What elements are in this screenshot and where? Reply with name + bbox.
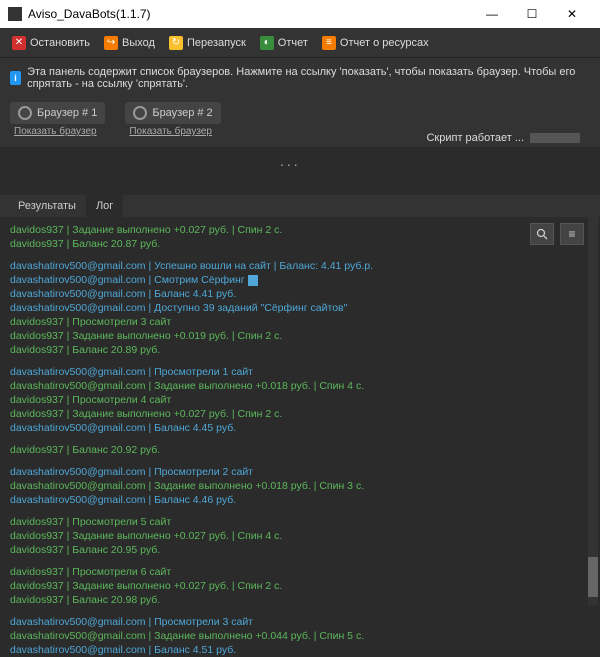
progress-bar — [530, 133, 580, 143]
show-browser-link[interactable]: Показать браузер — [125, 126, 220, 137]
log-line: davashatirov500@gmail.com | Успешно вошл… — [10, 259, 590, 273]
exit-button[interactable]: ↪Выход — [98, 33, 161, 53]
log-line: davidos937 | Баланс 20.92 руб. — [10, 443, 590, 457]
exit-icon: ↪ — [104, 36, 118, 50]
menu-icon: ≡ — [568, 227, 575, 241]
scrollbar-thumb[interactable] — [588, 557, 598, 597]
resources-button[interactable]: ≡Отчет о ресурсах — [316, 33, 435, 53]
restart-button[interactable]: ↻Перезапуск — [163, 33, 252, 53]
tab-results[interactable]: Результаты — [8, 195, 86, 217]
log-line: davidos937 | Задание выполнено +0.027 ру… — [10, 529, 590, 543]
info-text: Эта панель содержит список браузеров. На… — [27, 66, 590, 90]
log-line: davidos937 | Задание выполнено +0.027 ру… — [10, 407, 590, 421]
maximize-button[interactable]: ☐ — [512, 0, 552, 28]
log-line: davidos937 | Баланс 20.87 руб. — [10, 237, 590, 251]
report-icon: ◐ — [260, 36, 274, 50]
app-icon — [8, 7, 22, 21]
minimize-button[interactable]: — — [472, 0, 512, 28]
close-button[interactable]: ✕ — [552, 0, 592, 28]
log-line: davashatirov500@gmail.com | Просмотрели … — [10, 615, 590, 629]
resources-icon: ≡ — [322, 36, 336, 50]
browser-icon — [18, 106, 32, 120]
log-line: davashatirov500@gmail.com | Просмотрели … — [10, 465, 590, 479]
scrollbar-track[interactable] — [588, 217, 598, 605]
log-line: davashatirov500@gmail.com | Баланс 4.45 … — [10, 421, 590, 435]
log-line: davidos937 | Задание выполнено +0.027 ру… — [10, 223, 590, 237]
log-line: davashatirov500@gmail.com | Баланс 4.51 … — [10, 643, 590, 657]
browser-icon — [133, 106, 147, 120]
stop-button[interactable]: ✕Остановить — [6, 33, 96, 53]
log-line: davashatirov500@gmail.com | Баланс 4.41 … — [10, 287, 590, 301]
browser-tab-2: Браузер # 2 Показать браузер — [125, 102, 220, 137]
info-icon: i — [10, 71, 21, 85]
log-content[interactable]: davidos937 | Задание выполнено +0.027 ру… — [10, 221, 590, 657]
report-button[interactable]: ◐Отчет — [254, 33, 314, 53]
status-bar: Скрипт работает ... — [426, 132, 580, 144]
titlebar: Aviso_DavaBots(1.1.7) — ☐ ✕ — [0, 0, 600, 28]
log-line: davidos937 | Баланс 20.95 руб. — [10, 543, 590, 557]
log-line: davidos937 | Просмотрели 5 сайт — [10, 515, 590, 529]
menu-button[interactable]: ≡ — [560, 223, 584, 245]
tab-bar: Результаты Лог — [0, 195, 600, 217]
show-browser-link[interactable]: Показать браузер — [10, 126, 105, 137]
log-line: davashatirov500@gmail.com | Просмотрели … — [10, 365, 590, 379]
search-button[interactable] — [530, 223, 554, 245]
restart-icon: ↻ — [169, 36, 183, 50]
log-line: davidos937 | Баланс 20.89 руб. — [10, 343, 590, 357]
log-panel: ≡ davidos937 | Задание выполнено +0.027 … — [0, 217, 600, 605]
status-text: Скрипт работает ... — [426, 132, 524, 144]
search-icon — [536, 228, 548, 240]
log-line: davidos937 | Просмотрели 3 сайт — [10, 315, 590, 329]
log-line: davidos937 | Просмотрели 4 сайт — [10, 393, 590, 407]
stop-icon: ✕ — [12, 36, 26, 50]
log-line: davidos937 | Просмотрели 6 сайт — [10, 565, 590, 579]
log-line: davidos937 | Задание выполнено +0.019 ру… — [10, 329, 590, 343]
log-line: davashatirov500@gmail.com | Баланс 4.46 … — [10, 493, 590, 507]
toolbar: ✕Остановить ↪Выход ↻Перезапуск ◐Отчет ≡О… — [0, 28, 600, 58]
log-line: davashatirov500@gmail.com | Доступно 39 … — [10, 301, 590, 315]
window-title: Aviso_DavaBots(1.1.7) — [28, 7, 151, 21]
log-line: davidos937 | Баланс 20.98 руб. — [10, 593, 590, 607]
log-line: davashatirov500@gmail.com | Задание выпо… — [10, 629, 590, 643]
ellipsis: ... — [0, 147, 600, 169]
log-line: davashatirov500@gmail.com | Смотрим Сёрф… — [10, 273, 590, 287]
tab-log[interactable]: Лог — [86, 195, 123, 217]
info-panel: i Эта панель содержит список браузеров. … — [0, 58, 600, 98]
browser-tab-1: Браузер # 1 Показать браузер — [10, 102, 105, 137]
log-line: davidos937 | Задание выполнено +0.027 ру… — [10, 579, 590, 593]
log-line: davashatirov500@gmail.com | Задание выпо… — [10, 479, 590, 493]
log-line: davashatirov500@gmail.com | Задание выпо… — [10, 379, 590, 393]
